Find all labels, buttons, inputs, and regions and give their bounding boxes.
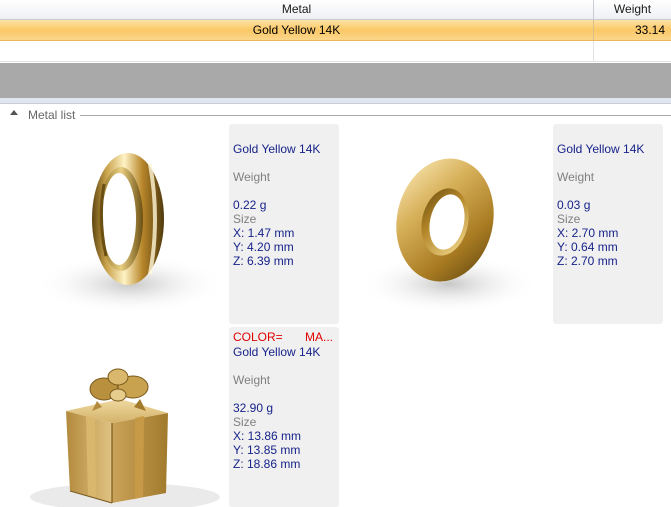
metal-info-panel: Gold Yellow 14K Weight 0.03 g Size X: 2.… bbox=[553, 124, 663, 324]
metal-info-panel: Gold Yellow 14K Weight 0.22 g Size X: 1.… bbox=[229, 124, 339, 324]
weight-label: Weight bbox=[233, 373, 271, 387]
weight-value: 0.22 g bbox=[233, 198, 267, 212]
donut-ring-icon bbox=[359, 158, 539, 314]
metal-info-panel: COLOR= MA... Gold Yellow 14K Weight 32.9… bbox=[229, 327, 339, 507]
size-y: Y: 13.85 mm bbox=[233, 443, 301, 457]
size-label: Size bbox=[233, 415, 257, 429]
ring-icon bbox=[35, 153, 225, 314]
metal-name: Gold Yellow 14K bbox=[233, 142, 321, 156]
size-z: Z: 6.39 mm bbox=[233, 254, 294, 268]
group-title: Metal list bbox=[28, 108, 76, 122]
weight-value: 0.03 g bbox=[557, 198, 591, 212]
grid-empty-area bbox=[0, 63, 671, 98]
cell-weight[interactable]: 33.14 bbox=[594, 20, 665, 40]
grid-header: Metal Weight bbox=[0, 0, 671, 20]
size-y: Y: 4.20 mm bbox=[233, 240, 294, 254]
grid-row-empty[interactable] bbox=[0, 41, 671, 62]
group-header-metal-list[interactable]: Metal list bbox=[0, 106, 671, 124]
metal-grid: Metal Weight Gold Yellow 14K 33.14 bbox=[0, 0, 671, 63]
weight-label: Weight bbox=[233, 170, 271, 184]
column-header-metal[interactable]: Metal bbox=[0, 0, 594, 19]
metal-card-donut[interactable]: Gold Yellow 14K Weight 0.03 g Size X: 2.… bbox=[324, 124, 664, 324]
weight-value: 32.90 g bbox=[233, 401, 274, 415]
cell-weight-empty[interactable] bbox=[594, 41, 665, 61]
metal-card-ring[interactable]: Gold Yellow 14K Weight 0.22 g Size X: 1.… bbox=[0, 124, 340, 324]
size-label: Size bbox=[233, 212, 257, 226]
size-y: Y: 0.64 mm bbox=[557, 240, 618, 254]
collapse-arrow-icon[interactable] bbox=[10, 110, 18, 115]
cell-metal-empty[interactable] bbox=[0, 41, 594, 61]
metal-name: Gold Yellow 14K bbox=[233, 345, 321, 359]
color-value: MA... bbox=[305, 330, 334, 344]
cell-metal[interactable]: Gold Yellow 14K bbox=[0, 20, 594, 40]
group-divider bbox=[80, 115, 671, 116]
metal-card-gift-box[interactable]: COLOR= MA... Gold Yellow 14K Weight 32.9… bbox=[0, 327, 340, 507]
column-header-weight[interactable]: Weight bbox=[594, 0, 671, 19]
color-label: COLOR= bbox=[233, 330, 283, 344]
gift-box-icon bbox=[30, 368, 220, 507]
metal-name: Gold Yellow 14K bbox=[557, 142, 645, 156]
panel-separator bbox=[0, 98, 671, 104]
weight-label: Weight bbox=[557, 170, 595, 184]
size-z: Z: 2.70 mm bbox=[557, 254, 618, 268]
size-z: Z: 18.86 mm bbox=[233, 457, 301, 471]
grid-row-selected[interactable]: Gold Yellow 14K 33.14 bbox=[0, 20, 671, 41]
size-label: Size bbox=[557, 212, 581, 226]
size-x: X: 1.47 mm bbox=[233, 226, 295, 240]
size-x: X: 2.70 mm bbox=[557, 226, 619, 240]
size-x: X: 13.86 mm bbox=[233, 429, 302, 443]
